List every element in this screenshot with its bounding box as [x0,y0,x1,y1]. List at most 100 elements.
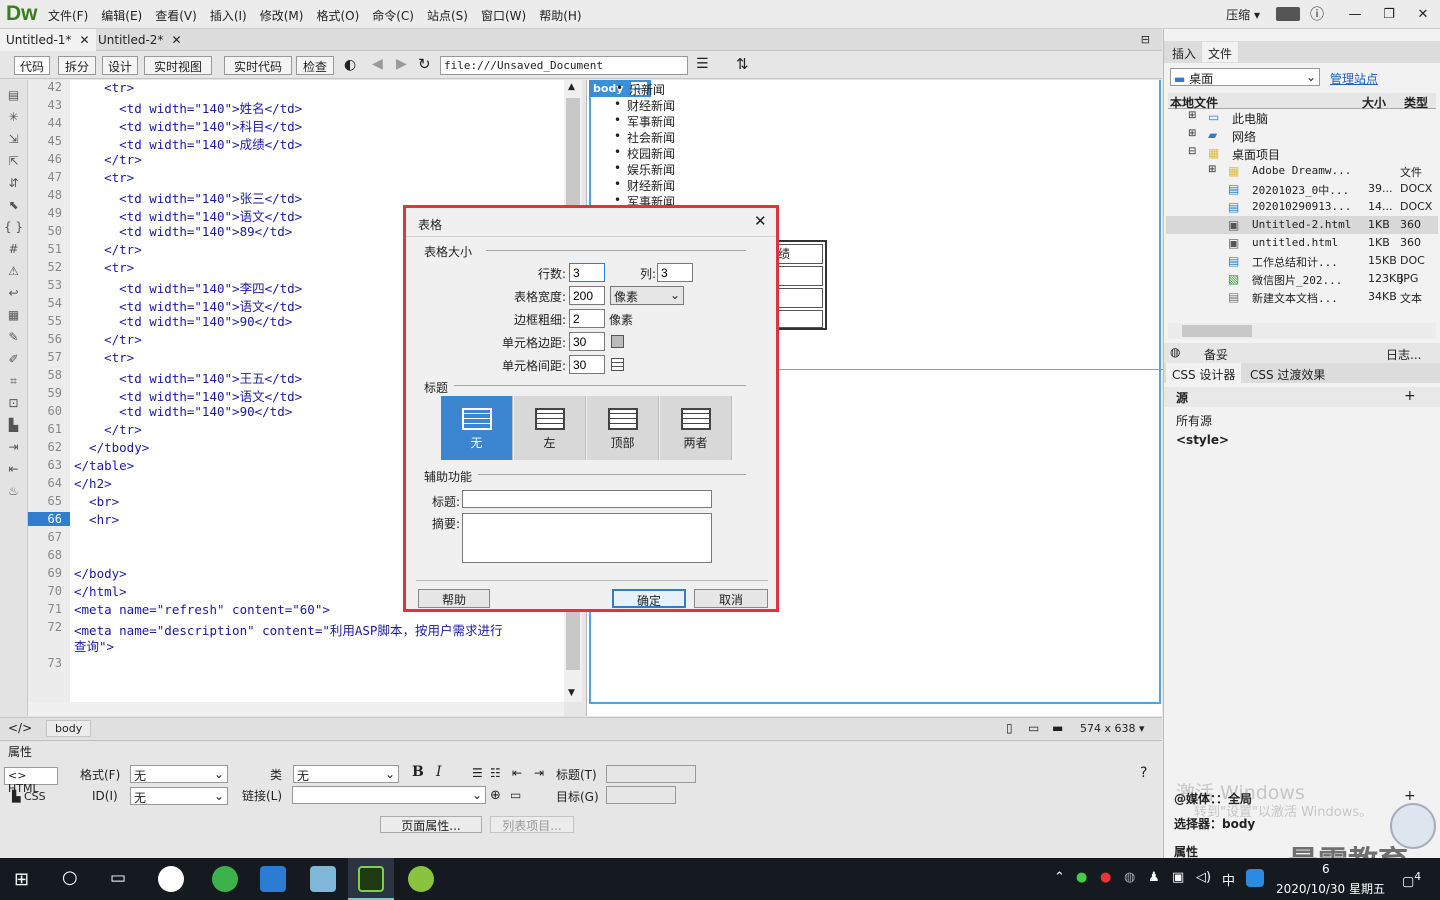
code-line[interactable]: </tr> [74,152,142,167]
back-arrow-icon[interactable]: ◀ [372,56,383,72]
unordered-list-icon[interactable]: ☰ [472,766,483,780]
outdent-icon[interactable]: ⇤ [0,462,27,484]
globe-icon[interactable]: ◐ [344,57,356,73]
app-pinwheel-icon[interactable] [158,866,184,892]
style-source-item[interactable]: <style> [1176,433,1229,447]
help-icon[interactable]: ⓘ [1310,4,1324,24]
width-unit-select[interactable]: 像素 ⌄ [610,286,684,305]
code-line[interactable]: <td width="140">成绩</td> [74,134,302,153]
qq-blue-icon[interactable] [1246,869,1264,887]
code-horizontal-scrollbar[interactable] [28,702,564,716]
close-tab-icon[interactable]: ✕ [171,33,181,47]
code-line[interactable]: <td width="140">89</td> [74,224,292,239]
format-source-icon[interactable]: ♨ [0,484,27,506]
split-view-button[interactable]: 拆分 [58,56,96,75]
code-line[interactable]: <hr> [74,512,119,527]
expand-node-icon[interactable]: ⊞ [1188,110,1196,121]
css-mode-button[interactable]: ▙ CSS [12,790,46,803]
target-select[interactable] [606,786,676,804]
code-tag-icon[interactable]: </> [8,721,32,735]
code-line[interactable]: <td width="140">语文</td> [74,296,302,315]
link-input[interactable]: ⌄ [292,786,486,804]
scroll-up-icon[interactable]: ▲ [568,82,575,92]
header-none-option[interactable]: 无 [441,396,513,460]
header-top-option[interactable]: 顶部 [587,396,659,460]
wrap-tag-icon[interactable]: ⌗ [0,374,27,396]
summary-textarea[interactable] [462,513,712,563]
file-name[interactable]: Adobe Dreamw... [1252,164,1351,177]
network-icon[interactable]: ▣ [1172,870,1184,885]
file-name[interactable]: untitled.html [1252,236,1338,249]
file-name[interactable]: 20201023_0中... [1252,182,1349,198]
file-name[interactable]: 桌面项目 [1232,146,1280,163]
html-mode-button[interactable]: <> HTML [4,767,58,795]
news-list-item[interactable]: 乐新闻 [616,81,665,98]
expand-node-icon[interactable]: ⊞ [1188,128,1196,139]
media-app-icon[interactable] [408,866,434,892]
table-cell[interactable] [775,288,823,308]
code-line[interactable]: <td width="140">语文</td> [74,386,302,405]
layout-switcher[interactable]: 压缩 ▾ [1226,6,1260,23]
action-center-icon[interactable]: ▢4 [1402,870,1421,889]
code-line[interactable]: <tr> [74,260,134,275]
menu-file[interactable]: 文件(F) [48,7,88,24]
code-line[interactable]: </body> [74,566,127,581]
tag-selector-body[interactable]: body [46,720,92,737]
code-line[interactable]: </table> [74,458,134,473]
code-line[interactable]: <td width="140">90</td> [74,314,292,329]
border-input[interactable] [569,309,605,328]
menu-modify[interactable]: 修改(M) [260,7,304,24]
clock-date[interactable]: 2020/10/30 星期五 [1276,880,1385,897]
address-input[interactable]: file:///Unsaved_Document [440,56,688,75]
all-sources-item[interactable]: 所有源 [1176,412,1212,429]
code-line[interactable]: <td width="140">语文</td> [74,206,302,225]
design-table[interactable]: 绩 [771,240,827,330]
rows-input[interactable] [569,263,605,282]
code-line[interactable]: <td width="140">姓名</td> [74,98,302,117]
ime-label[interactable]: 中 [1222,870,1235,889]
log-button[interactable]: 日志... [1386,346,1421,363]
code-view-button[interactable]: 代码 [14,56,50,75]
minimize-button[interactable]: — [1338,2,1372,26]
code-line[interactable]: <td width="140">李四</td> [74,278,302,297]
code-line[interactable]: <td width="140">科目</td> [74,116,302,135]
help-circle-icon[interactable]: ? [1140,765,1147,781]
task-view-icon[interactable]: ▭ [110,868,126,888]
file-name[interactable]: Untitled-2.html [1252,218,1351,231]
apply-comment-icon[interactable]: ✎ [0,330,27,352]
collapse-full-tag-icon[interactable]: ⇲ [0,132,27,154]
close-tab-icon[interactable]: ✕ [79,33,89,47]
indent-icon[interactable]: ⇥ [0,440,27,462]
news-list-item[interactable]: 财经新闻 [614,97,675,114]
collapse-icon[interactable]: ⊟ [1141,33,1150,46]
dialog-close-icon[interactable]: ✕ [754,212,767,230]
browser-icon[interactable] [212,866,238,892]
code-line[interactable]: </h2> [74,476,112,491]
page-properties-button[interactable]: 页面属性... [380,816,482,833]
show-code-navigator-icon[interactable]: ✳ [0,110,27,132]
news-list-item[interactable]: 校园新闻 [614,145,675,162]
menu-format[interactable]: 格式(O) [316,7,359,24]
code-line[interactable]: </tr> [74,332,142,347]
scroll-down-icon[interactable]: ▼ [568,688,575,698]
notification-bell-icon[interactable]: ♟ [1148,870,1160,885]
menu-view[interactable]: 查看(V) [155,7,197,24]
id-select[interactable]: 无 ⌄ [130,787,228,805]
table-cell[interactable]: 绩 [775,244,823,264]
balance-braces-icon[interactable]: { } [0,220,27,242]
cols-input[interactable] [657,263,693,282]
open-documents-icon[interactable]: ▤ [0,88,27,110]
close-button[interactable]: ✕ [1406,2,1440,26]
tab-untitled-2[interactable]: Untitled-2* ✕ [92,29,188,51]
file-horizontal-scrollbar[interactable] [1168,323,1436,339]
code-line[interactable]: <td width="140">王五</td> [74,368,302,387]
tab-css-designer[interactable]: CSS 设计器 [1166,363,1242,386]
refresh-icon[interactable]: ↻ [418,55,431,73]
clock-time[interactable]: 6 [1322,862,1330,876]
tray-chevron-icon[interactable]: ⌃ [1054,870,1065,885]
list-item-button[interactable]: 列表项目... [490,816,574,833]
table-cell[interactable] [775,310,823,328]
tab-files[interactable]: 文件 [1202,42,1239,62]
indent-button-icon[interactable]: ⇥ [534,766,544,780]
collapse-node-icon[interactable]: ⊟ [1188,146,1196,157]
